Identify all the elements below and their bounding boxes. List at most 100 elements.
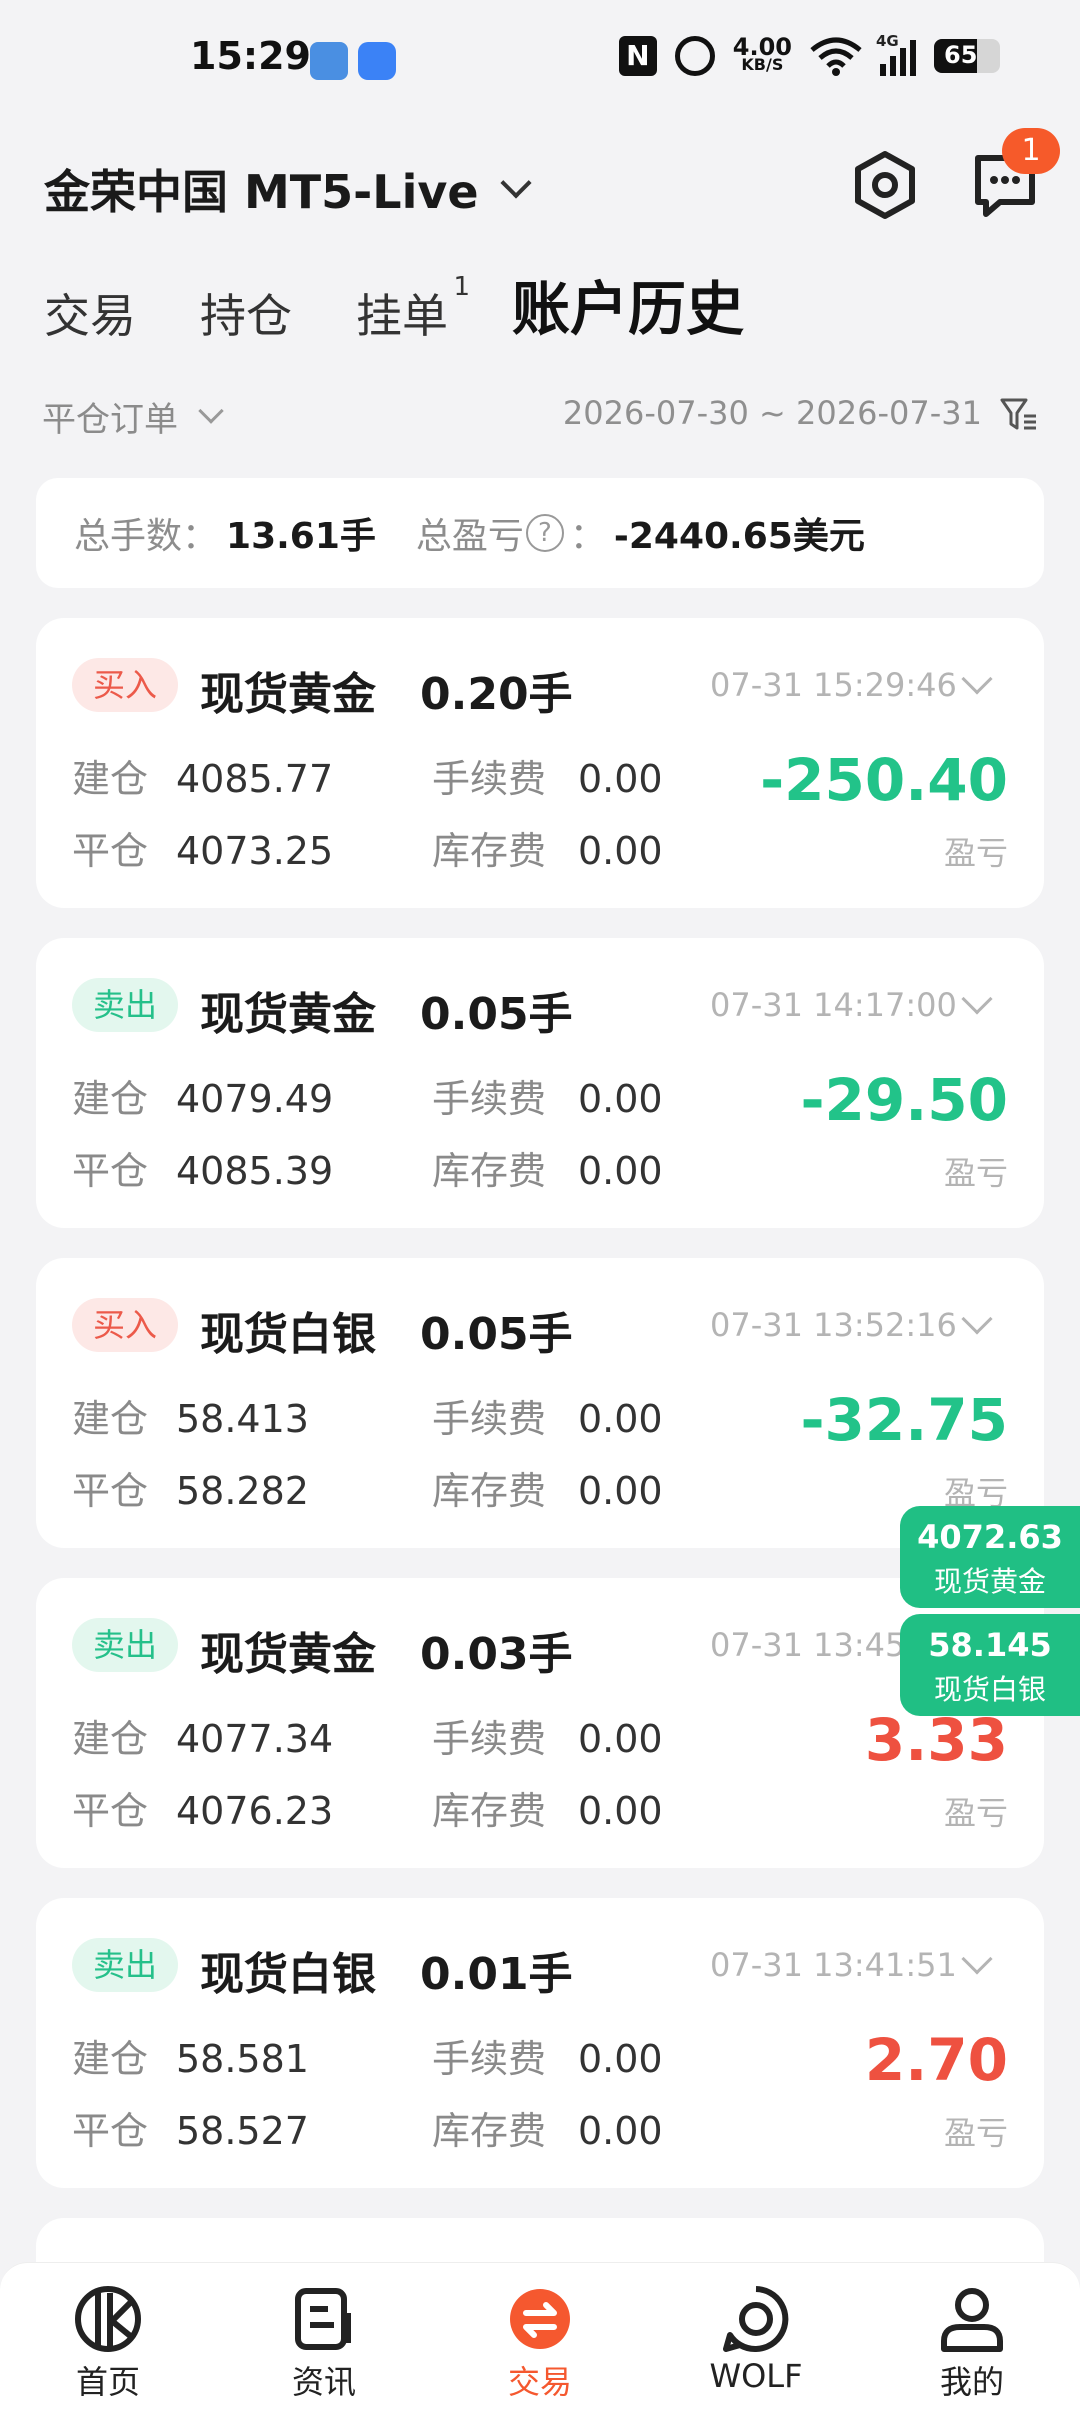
filter-icon[interactable]	[1000, 396, 1038, 434]
close-label: 平仓	[72, 1469, 149, 1513]
fee-label: 手续费	[432, 1397, 547, 1441]
nav-label: WOLF	[709, 2357, 803, 2395]
profile-icon	[941, 2288, 1003, 2352]
nfc-icon: N	[618, 36, 657, 76]
close-time: 07-31 13:45	[710, 1626, 906, 1664]
chevron-down-icon[interactable]	[961, 983, 993, 1015]
order-card[interactable]: 卖出 现货黄金 0.03手 07-31 13:45 建仓 4077.34 平仓 40…	[36, 1578, 1044, 1868]
nav-trade[interactable]: 交易	[432, 2263, 648, 2412]
pnl-label: 盈亏	[943, 1154, 1008, 1192]
quote-silver-widget[interactable]: 58.145 现货白银	[900, 1614, 1080, 1716]
order-card[interactable]: 买入 现货白银 0.05手 07-31 13:52:16 建仓 58.413 平仓…	[36, 1258, 1044, 1548]
pnl-label: 盈亏	[943, 2114, 1008, 2152]
quote-gold-widget[interactable]: 4072.63 现货黄金	[900, 1506, 1080, 1608]
total-pnl-colon: ：	[569, 516, 606, 557]
open-price: 4085.77	[176, 757, 334, 801]
chevron-down-icon	[499, 167, 532, 199]
help-icon[interactable]: ?	[525, 514, 564, 552]
open-label: 建仓	[72, 757, 149, 801]
lot-size: 0.01手	[420, 1949, 573, 2000]
fee-label: 手续费	[432, 1717, 547, 1761]
close-label: 平仓	[72, 1149, 149, 1193]
fee-value: 0.00	[578, 2037, 663, 2081]
swap-value: 0.00	[578, 2109, 663, 2153]
wolf-icon	[723, 2286, 789, 2352]
open-price: 58.581	[176, 2037, 309, 2081]
order-card[interactable]: 卖出 现货白银 0.01手 07-31 13:41:51 建仓 58.581 平仓…	[36, 1898, 1044, 2188]
side-badge: 买入	[72, 1298, 178, 1352]
pnl-value: -250.40	[760, 746, 1008, 814]
status-indicators: N 4.00 KB/S 4G 65	[618, 32, 1000, 76]
pnl-value: -32.75	[800, 1386, 1008, 1454]
settings-hexagon-icon[interactable]	[850, 150, 920, 220]
lot-size: 0.05手	[420, 989, 573, 1040]
chevron-down-icon[interactable]	[961, 1303, 993, 1335]
total-lots-label: 总手数：	[74, 516, 219, 557]
swap-value: 0.00	[578, 1789, 663, 1833]
fee-label: 手续费	[432, 1077, 547, 1121]
open-price: 4079.49	[176, 1077, 334, 1121]
swap-value: 0.00	[578, 829, 663, 873]
quote-price: 4072.63	[917, 1518, 1063, 1556]
status-time: 15:29	[190, 34, 311, 78]
nav-label: 交易	[507, 2363, 572, 2401]
fee-value: 0.00	[578, 1077, 663, 1121]
close-time: 07-31 14:17:00	[710, 986, 957, 1024]
open-label: 建仓	[72, 1077, 149, 1121]
news-icon	[295, 2288, 351, 2350]
side-badge: 卖出	[72, 1938, 178, 1992]
pnl-value: -29.50	[800, 1066, 1008, 1134]
symbol-name: 现货白银	[200, 1309, 376, 1360]
wifi-icon	[810, 37, 862, 76]
nav-label: 我的	[939, 2363, 1004, 2401]
pnl-value: 2.70	[864, 2026, 1008, 2094]
fee-label: 手续费	[432, 2037, 547, 2081]
symbol-name: 现货黄金	[200, 669, 376, 720]
side-badge: 卖出	[72, 1618, 178, 1672]
message-badge: 1	[1002, 128, 1060, 174]
nav-label: 首页	[75, 2363, 140, 2401]
open-label: 建仓	[72, 1397, 149, 1441]
battery-icon: 65	[934, 39, 1000, 73]
open-price: 4077.34	[176, 1717, 334, 1761]
open-label: 建仓	[72, 1717, 149, 1761]
swap-label: 库存费	[432, 829, 547, 873]
order-card[interactable]: 卖出 现货黄金 0.05手 07-31 14:17:00 建仓 4079.49 平…	[36, 938, 1044, 1228]
close-price: 4076.23	[176, 1789, 334, 1833]
chevron-down-icon[interactable]	[961, 663, 993, 695]
tab-pending-orders[interactable]: 挂单 1	[356, 272, 470, 346]
chevron-down-icon[interactable]	[961, 1943, 993, 1975]
side-badge: 卖出	[72, 978, 178, 1032]
tab-trade[interactable]: 交易	[44, 280, 136, 346]
status-bar: 15:29 N 4.00 KB/S 4G 65	[0, 0, 1080, 120]
quote-price: 58.145	[928, 1626, 1052, 1664]
fee-value: 0.00	[578, 1397, 663, 1441]
tab-account-history[interactable]: 账户历史	[512, 262, 744, 346]
nav-wolf[interactable]: WOLF	[648, 2263, 864, 2412]
order-type-filter[interactable]: 平仓订单	[42, 392, 224, 441]
nav-home[interactable]: 首页	[0, 2263, 216, 2412]
nav-profile[interactable]: 我的	[864, 2263, 1080, 2412]
close-price: 58.282	[176, 1469, 309, 1513]
account-name: 金荣中国 MT5-Live	[44, 165, 479, 219]
cellular-signal-icon: 4G	[876, 32, 916, 76]
fee-value: 0.00	[578, 757, 663, 801]
bottom-nav: 首页 资讯 交易 WOLF 我的	[0, 2262, 1080, 2412]
side-badge: 买入	[72, 658, 178, 712]
close-label: 平仓	[72, 2109, 149, 2153]
symbol-name: 现货黄金	[200, 989, 376, 1040]
swap-label: 库存费	[432, 1789, 547, 1833]
date-range[interactable]: 2026-07-30 ~ 2026-07-31	[563, 394, 982, 432]
total-pnl-value: -2440.65美元	[613, 516, 865, 557]
total-lots-value: 13.61手	[226, 516, 376, 557]
pending-count: 1	[453, 272, 470, 302]
swap-label: 库存费	[432, 1149, 547, 1193]
summary-card: 总手数： 13.61手 总盈亏 ? ： -2440.65美元	[36, 478, 1044, 588]
swap-label: 库存费	[432, 2109, 547, 2153]
quote-symbol: 现货白银	[933, 1673, 1046, 1706]
lot-size: 0.05手	[420, 1309, 573, 1360]
account-selector[interactable]: 金荣中国 MT5-Live	[44, 156, 532, 222]
tab-positions[interactable]: 持仓	[200, 280, 292, 346]
order-card[interactable]: 买入 现货黄金 0.20手 07-31 15:29:46 建仓 4085.77 平…	[36, 618, 1044, 908]
nav-news[interactable]: 资讯	[216, 2263, 432, 2412]
